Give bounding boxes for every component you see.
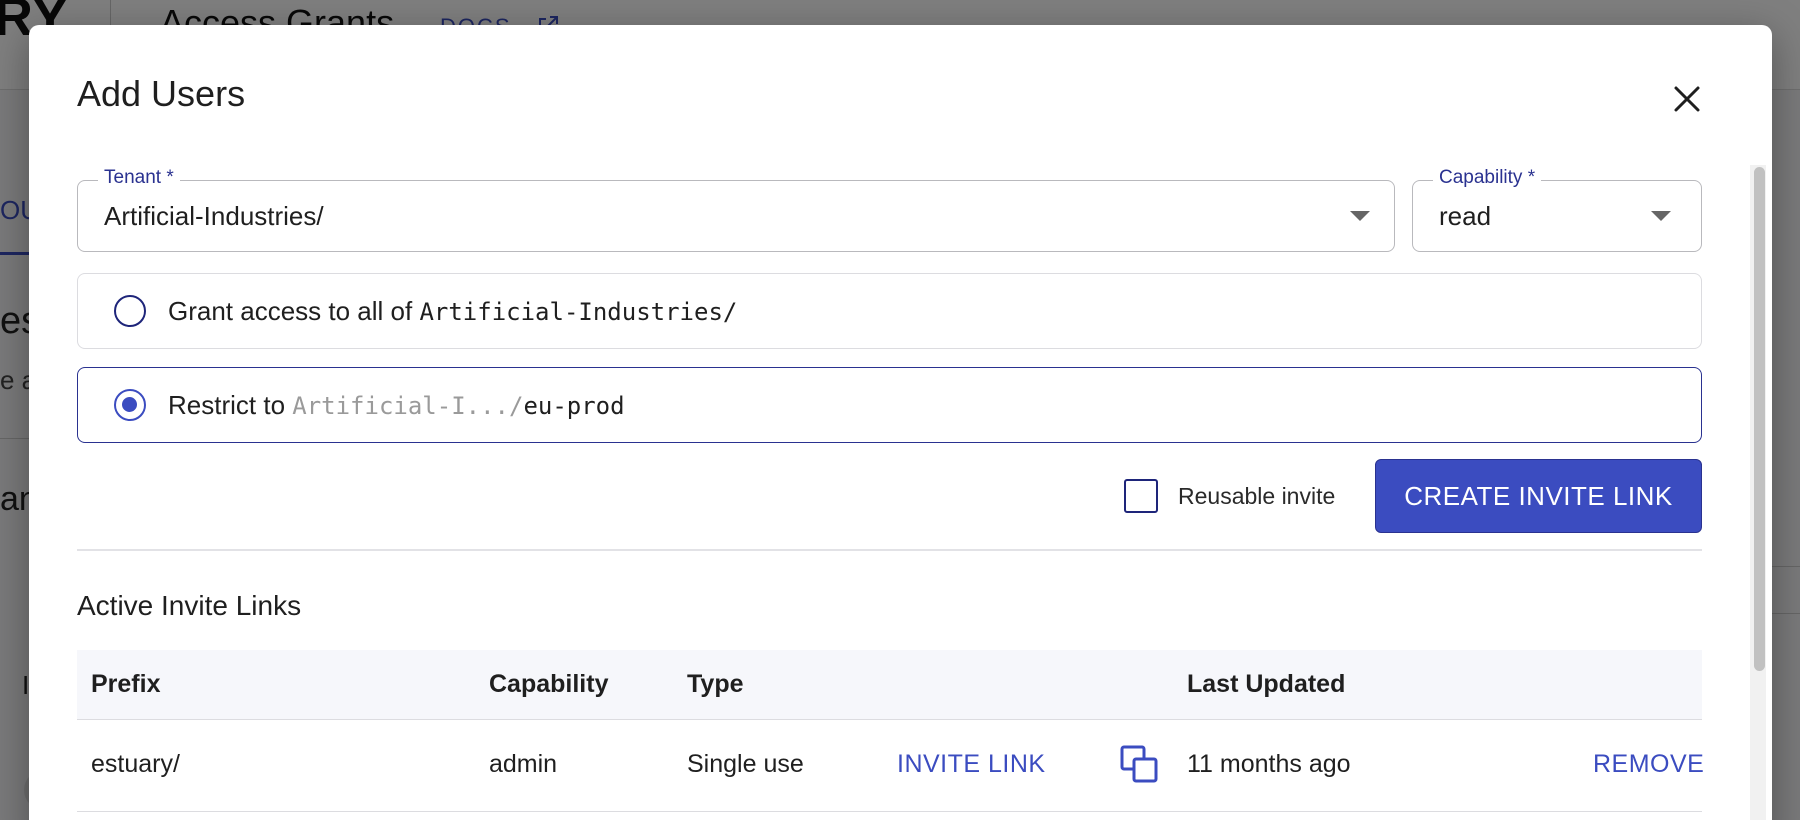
cell-capability: admin bbox=[489, 750, 558, 778]
column-header-last-updated[interactable]: Last Updated bbox=[1187, 670, 1345, 699]
cell-last-updated: 11 months ago bbox=[1187, 750, 1351, 778]
capability-value: read bbox=[1439, 201, 1492, 231]
restrict-option[interactable]: Restrict to Artificial-I.../eu-prod bbox=[77, 367, 1702, 443]
grant-all-text: Grant access to all of bbox=[168, 296, 420, 326]
table-header: Prefix Capability Type Last Updated bbox=[77, 650, 1702, 720]
tenant-value: Artificial-Industries/ bbox=[104, 201, 324, 231]
section-divider bbox=[77, 549, 1702, 551]
remove-button[interactable]: REMOVE bbox=[1593, 750, 1704, 779]
grant-all-label: Grant access to all of Artificial-Indust… bbox=[168, 296, 737, 327]
grant-all-prefix: Artificial-Industries/ bbox=[419, 298, 738, 326]
close-button[interactable] bbox=[1665, 77, 1709, 121]
chevron-down-icon bbox=[1350, 211, 1370, 221]
restrict-radio[interactable] bbox=[114, 389, 146, 421]
tenant-label: Tenant * bbox=[98, 167, 180, 189]
column-header-capability[interactable]: Capability bbox=[489, 670, 608, 699]
column-header-prefix[interactable]: Prefix bbox=[91, 670, 160, 699]
create-invite-link-button[interactable]: CREATE INVITE LINK bbox=[1375, 459, 1702, 533]
chevron-down-icon bbox=[1651, 211, 1671, 221]
column-header-type[interactable]: Type bbox=[687, 670, 744, 699]
invite-link-button[interactable]: INVITE LINK bbox=[897, 750, 1046, 779]
table-row: estuary/ admin Single use INVITE LINK 11… bbox=[77, 720, 1704, 812]
cell-prefix: estuary/ bbox=[91, 750, 180, 778]
dialog-title: Add Users bbox=[77, 73, 246, 114]
copy-icon[interactable] bbox=[1119, 744, 1161, 786]
capability-label: Capability * bbox=[1433, 167, 1542, 189]
reusable-invite-checkbox[interactable] bbox=[1124, 479, 1158, 513]
grant-all-radio[interactable] bbox=[114, 295, 146, 327]
restrict-text: Restrict to bbox=[168, 390, 293, 420]
close-icon bbox=[1674, 86, 1700, 112]
grant-all-option[interactable]: Grant access to all of Artificial-Indust… bbox=[77, 273, 1702, 349]
dialog-scrollbar-thumb[interactable] bbox=[1754, 167, 1765, 671]
reusable-invite-label: Reusable invite bbox=[1178, 483, 1336, 509]
radio-selected-dot bbox=[122, 397, 137, 412]
tenant-select[interactable]: Tenant * Artificial-Industries/ bbox=[77, 167, 1395, 252]
cell-type: Single use bbox=[687, 750, 804, 778]
add-users-dialog: Add Users Tenant * Artificial-Industries… bbox=[29, 25, 1772, 820]
active-invite-links-title: Active Invite Links bbox=[77, 590, 302, 621]
restrict-prefix-child: eu-prod bbox=[523, 392, 625, 420]
restrict-prefix-parent: Artificial-I.../ bbox=[292, 392, 524, 420]
capability-select[interactable]: Capability * read bbox=[1412, 167, 1702, 252]
restrict-label: Restrict to Artificial-I.../eu-prod bbox=[168, 390, 625, 421]
